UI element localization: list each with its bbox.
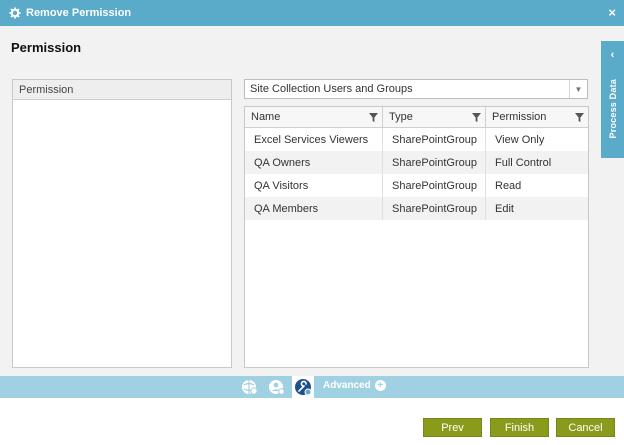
table-row[interactable]: Excel Services Viewers SharePointGroup V…: [245, 128, 588, 151]
cell-type: SharePointGroup: [383, 151, 486, 174]
filter-icon[interactable]: [472, 113, 481, 122]
permission-list-panel: Permission: [12, 79, 232, 368]
column-header-permission[interactable]: Permission: [486, 107, 588, 127]
advanced-label: Advanced: [323, 380, 371, 391]
cell-name: QA Visitors: [245, 174, 383, 197]
footer: Prev Finish Cancel: [0, 398, 624, 445]
page-title: Permission: [11, 40, 82, 55]
active-toolbar-tab[interactable]: [292, 376, 314, 398]
column-header-label: Type: [389, 111, 413, 123]
process-data-tab[interactable]: ‹ Process Data: [601, 41, 624, 158]
cell-permission: Edit: [495, 202, 514, 215]
finish-button[interactable]: Finish: [490, 418, 549, 437]
cell-type: SharePointGroup: [383, 174, 486, 197]
configuration-toolbar: Advanced +: [0, 376, 624, 398]
permission-grid: Name Type Permission Excel Services View…: [244, 106, 589, 368]
filter-icon[interactable]: [575, 113, 584, 122]
cell-type: SharePointGroup: [383, 197, 486, 220]
title-bar: Remove Permission ×: [0, 0, 624, 26]
table-row[interactable]: QA Owners SharePointGroup Full Control: [245, 151, 588, 174]
user-source-selected-value: Site Collection Users and Groups: [250, 83, 413, 95]
chevron-left-icon[interactable]: ‹: [611, 49, 615, 61]
cell-type: SharePointGroup: [383, 128, 486, 151]
column-header-name[interactable]: Name: [245, 107, 383, 127]
dropdown-arrow-icon[interactable]: ▼: [569, 80, 587, 98]
table-row[interactable]: QA Visitors SharePointGroup Read: [245, 174, 588, 197]
close-icon[interactable]: ×: [608, 5, 616, 20]
cell-permission: Read: [495, 179, 522, 192]
cell-name: Excel Services Viewers: [245, 128, 383, 151]
column-header-label: Name: [251, 111, 281, 123]
plus-icon[interactable]: +: [374, 380, 386, 391]
advanced-button[interactable]: Advanced +: [323, 380, 386, 391]
cell-name: QA Members: [245, 197, 383, 220]
cell-name: QA Owners: [245, 151, 383, 174]
table-row[interactable]: QA Members SharePointGroup Edit: [245, 197, 588, 220]
gear-icon: [8, 6, 22, 20]
content-area: Permission Permission Site Collection Us…: [0, 26, 624, 376]
cancel-button[interactable]: Cancel: [556, 418, 615, 437]
window-title: Remove Permission: [26, 7, 132, 19]
cell-permission: Full Control: [495, 156, 552, 169]
column-header-type[interactable]: Type: [383, 107, 486, 127]
globe-gear-icon[interactable]: [241, 378, 259, 396]
user-source-select[interactable]: Site Collection Users and Groups ▼: [244, 79, 588, 99]
prev-button[interactable]: Prev: [423, 418, 482, 437]
cell-permission: View Only: [495, 133, 545, 146]
grid-header: Name Type Permission: [245, 107, 588, 128]
permission-panel-header: Permission: [13, 80, 231, 100]
column-header-label: Permission: [492, 111, 547, 123]
user-settings-icon[interactable]: [268, 378, 286, 396]
filter-icon[interactable]: [369, 113, 378, 122]
wrench-icon[interactable]: [294, 378, 312, 396]
process-data-label: Process Data: [607, 79, 618, 139]
